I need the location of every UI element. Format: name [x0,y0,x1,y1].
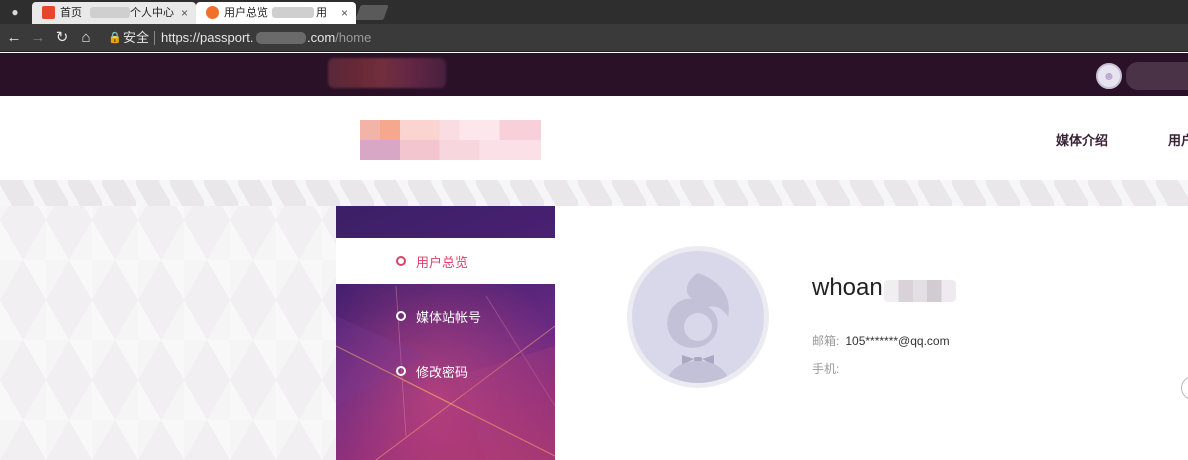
url-redacted [256,32,306,44]
sidemenu-item-change-password[interactable]: 修改密码 [336,348,555,394]
tab-title-redacted [90,7,130,18]
tab-title-suffix: 用 [316,7,327,19]
tab-title: 首页 [60,7,82,19]
sidemenu-item-media-account[interactable]: 媒体站帐号 [336,293,555,339]
url-rest: .com/home [307,27,371,49]
profile-username-redacted [884,280,956,302]
browser-toolbar: ← → ↻ ⌂ 🔒 安全 https://passport. .com/home [0,24,1188,52]
brand-logo-redacted[interactable] [360,120,541,160]
forward-icon[interactable]: → [28,28,48,48]
secure-label: 安全 [123,30,150,45]
user-avatar-icon[interactable]: ☻ [1096,63,1122,89]
sidemenu-item-overview[interactable]: 用户总览 [336,238,555,284]
profile-phone-row: 手机: [812,360,845,377]
tab-close-icon[interactable]: × [181,3,188,23]
nav-user[interactable]: 用户 [1168,130,1188,149]
lock-icon: 🔒 [108,32,122,44]
site-header: 媒体介绍 用户 [0,96,1188,180]
address-bar[interactable]: 🔒 安全 https://passport. .com/home [104,27,1188,49]
tab-title-suffix: 个人中心 [130,7,174,19]
flame-mascot-icon [666,273,730,383]
profile-email-row: 邮箱: 105*******@qq.com [812,332,950,349]
sidemenu-item-label: 媒体站帐号 [416,310,482,325]
address-separator [154,31,155,45]
page-background-strip [0,180,1188,206]
sidemenu-item-label: 用户总览 [416,255,469,270]
back-icon[interactable]: ← [4,28,24,48]
email-value: 105*******@qq.com [845,334,950,348]
browser-tab-home[interactable]: 首页 个人中心 × [32,2,196,24]
sidemenu-item-label: 修改密码 [416,365,469,380]
url-path: /home [335,30,372,45]
site-favicon-icon [42,6,55,19]
new-tab-button[interactable] [355,5,389,20]
site-favicon-icon [206,6,219,19]
email-label: 邮箱: [812,334,840,348]
home-icon[interactable]: ⌂ [76,28,96,48]
tab-title-redacted [272,7,314,18]
phone-label: 手机: [812,362,840,376]
partial-circle-button[interactable] [1181,376,1188,400]
reload-icon[interactable]: ↻ [52,28,72,48]
topbar-logo-redacted[interactable] [328,58,446,88]
default-avatar-icon [627,246,769,388]
tab-close-icon[interactable]: × [341,3,348,23]
url-domain-suffix: .com [307,30,336,45]
topbar-username-redacted[interactable] [1126,62,1188,90]
side-menu: 用户总览 媒体站帐号 修改密码 [336,206,555,460]
browser-tabstrip: ● 首页 个人中心 × 用户总览 用 × [0,0,1188,24]
nav-media-intro[interactable]: 媒体介绍 [1056,130,1108,149]
profile-panel: whoan 邮箱: 105*******@qq.com 手机: [555,206,1188,460]
site-topbar: ☻ [0,53,1188,96]
tab-title: 用户总览 [224,7,268,19]
browser-tab-overview[interactable]: 用户总览 用 × [196,2,356,24]
menu-bullet-icon [396,366,406,376]
url-prefix: https://passport. [161,30,254,45]
menu-bullet-icon [396,256,406,266]
incognito-icon: ● [11,5,19,19]
menu-bullet-icon [396,311,406,321]
profile-username: whoan [812,274,883,301]
